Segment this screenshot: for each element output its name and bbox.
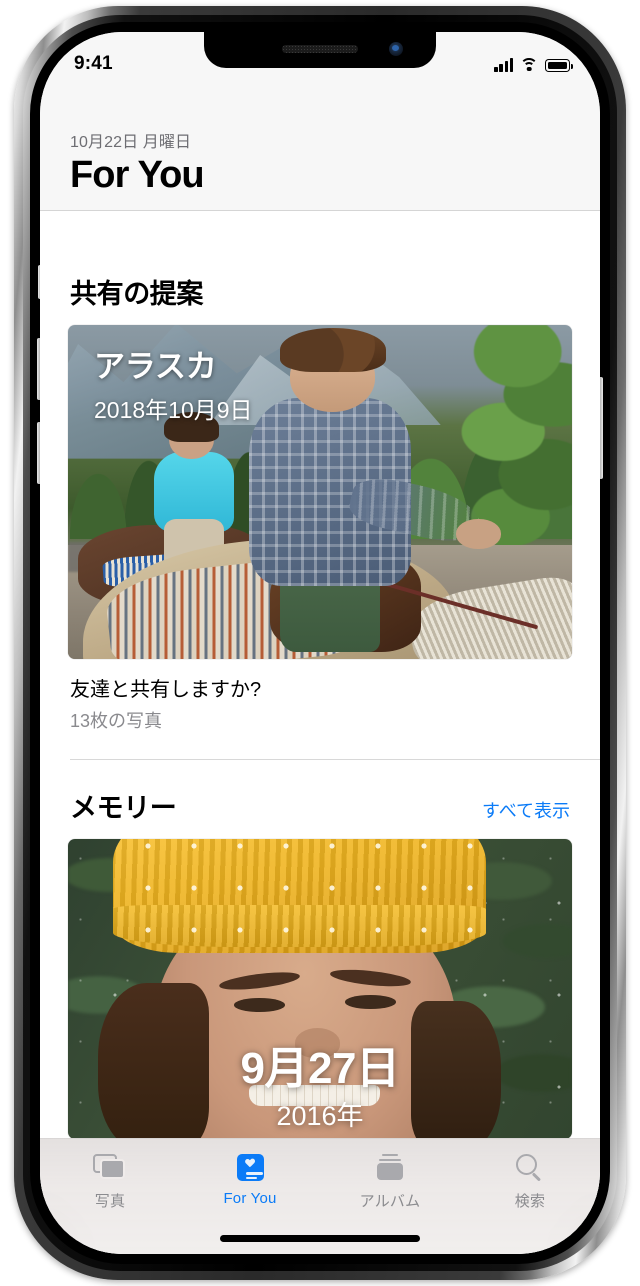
sharing-suggestions-title: 共有の提案	[70, 279, 203, 309]
tab-albums-label: アルバム	[359, 1193, 421, 1210]
tab-search[interactable]: 検索	[460, 1153, 600, 1211]
tab-photos-label: 写真	[94, 1193, 126, 1210]
memories-title: メモリー	[70, 793, 177, 823]
sharing-card-overlay: アラスカ 2018年10月9日	[94, 341, 253, 425]
memory-card[interactable]: 9月27日 2016年	[68, 839, 572, 1139]
tab-for-you-label: For You	[223, 1190, 277, 1207]
tab-photos[interactable]: 写真	[40, 1153, 180, 1211]
memory-year: 2016年	[276, 1101, 364, 1131]
photo-count-label: 13枚の写真	[70, 711, 163, 731]
sharing-suggestion-card[interactable]: アラスカ 2018年10月9日	[68, 325, 572, 659]
front-camera-icon	[389, 42, 403, 56]
battery-icon	[545, 59, 573, 72]
home-indicator[interactable]	[220, 1235, 420, 1242]
foryou-icon	[233, 1153, 267, 1183]
phone-screen: 9:41 10月22日 月曜日 For You 共有の提案 アラスカ 2018年…	[40, 32, 600, 1254]
current-date-label: 10月22日 月曜日	[70, 134, 192, 151]
sharing-card-date: 2018年10月9日	[94, 397, 253, 423]
tab-search-label: 検索	[514, 1193, 546, 1210]
scroll-content[interactable]: 共有の提案 アラスカ 2018年10月9日 友達と共有しますか? 13枚の写真 …	[40, 246, 600, 1254]
earpiece-speaker-icon	[282, 45, 358, 53]
sharing-card-title: アラスカ	[94, 349, 217, 384]
memory-card-overlay: 9月27日 2016年	[68, 1032, 572, 1133]
search-icon	[513, 1153, 547, 1183]
sharing-card-caption: 友達と共有しますか? 13枚の写真	[40, 659, 600, 733]
wifi-icon	[520, 58, 538, 72]
tab-albums[interactable]: アルバム	[320, 1153, 460, 1211]
notch	[204, 32, 436, 68]
memories-header: メモリー すべて表示	[40, 760, 600, 839]
screenshot-stage: 9:41 10月22日 月曜日 For You 共有の提案 アラスカ 2018年…	[0, 0, 640, 1286]
albums-icon	[373, 1153, 407, 1183]
share-prompt-text: 友達と共有しますか?	[70, 679, 262, 701]
tab-for-you[interactable]: For You	[180, 1153, 320, 1207]
memory-date: 9月27日	[240, 1044, 400, 1093]
photos-icon	[93, 1153, 127, 1183]
sharing-suggestions-header: 共有の提案	[40, 246, 600, 325]
status-time: 9:41	[74, 53, 113, 74]
see-all-button[interactable]: すべて表示	[482, 797, 570, 823]
status-indicators	[494, 56, 573, 72]
cellular-signal-icon	[494, 58, 513, 72]
page-title: For You	[70, 154, 205, 196]
